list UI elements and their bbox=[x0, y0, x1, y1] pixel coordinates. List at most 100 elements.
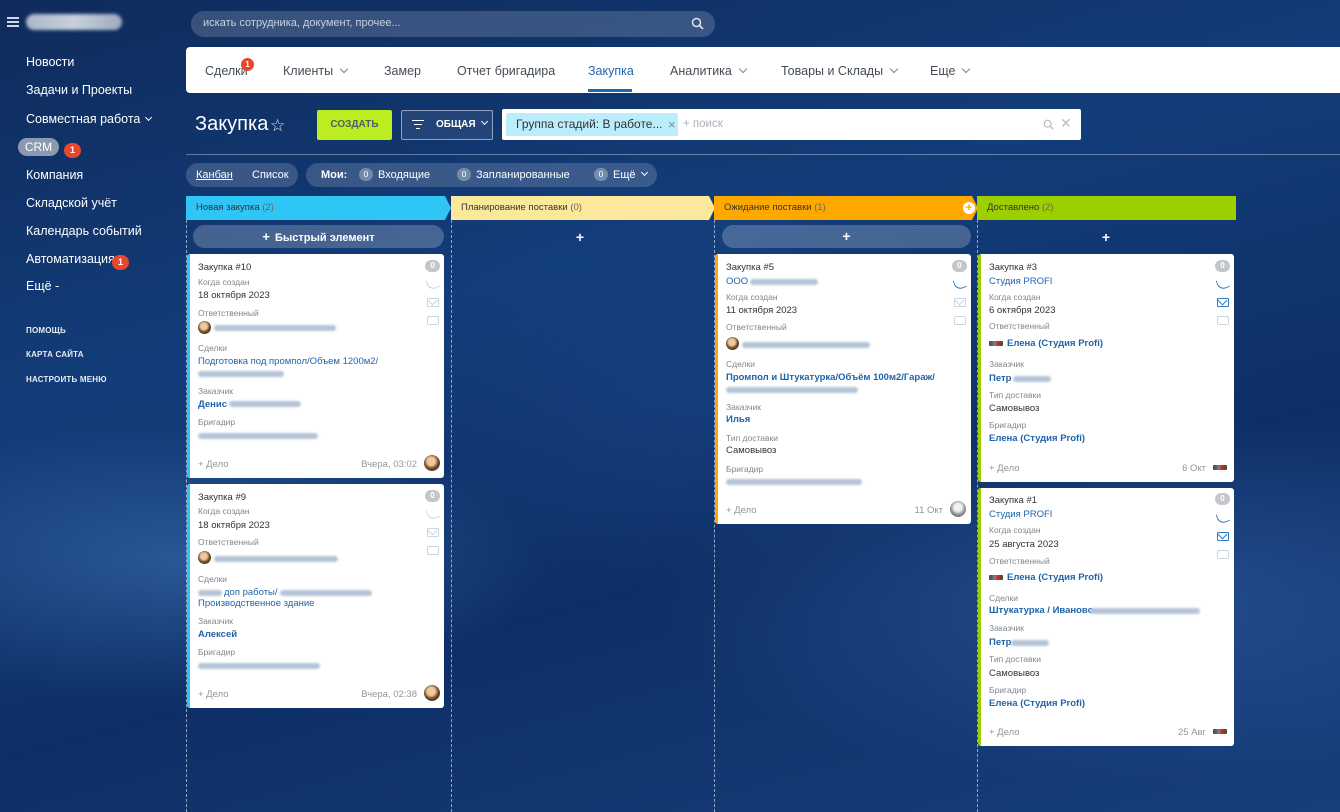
tab-foreman-report[interactable]: Отчет бригадира bbox=[457, 64, 555, 78]
sidebar-item-news[interactable]: Новости bbox=[26, 55, 74, 69]
favorite-star-icon[interactable]: ☆ bbox=[270, 116, 285, 136]
foreman-link[interactable]: Елена (Студия Profi) bbox=[989, 698, 1085, 709]
sidebar-item-warehouse[interactable]: Складской учёт bbox=[26, 196, 117, 210]
tab-more[interactable]: Еще bbox=[930, 64, 971, 78]
sidebar-sitemap-link[interactable]: КАРТА САЙТА bbox=[26, 350, 84, 359]
card-title[interactable]: Закупка #10 bbox=[198, 262, 251, 273]
kanban-card[interactable]: Закупка #5 0 ООО Когда создан 11 октября… bbox=[715, 254, 971, 524]
add-task-link[interactable]: + Дело bbox=[989, 727, 1020, 738]
customer-link[interactable]: Алексей bbox=[198, 629, 237, 640]
deal-link[interactable]: Подготовка под промпол/Объем 1200м2/ bbox=[198, 356, 378, 367]
search-input[interactable]: искать сотрудника, документ, прочее... bbox=[203, 17, 401, 29]
deal-link-line2[interactable]: Производственное здание bbox=[198, 598, 314, 609]
avatar[interactable] bbox=[198, 321, 211, 334]
phone-icon[interactable] bbox=[425, 506, 441, 521]
filter-search-input[interactable]: + поиск bbox=[683, 118, 723, 130]
customer-link[interactable]: Илья bbox=[726, 414, 750, 425]
activity-counters: Мои: 0 Входящие 0 Запланированные 0 Ещё bbox=[306, 163, 657, 187]
chat-icon[interactable] bbox=[1217, 550, 1229, 559]
card-title[interactable]: Закупка #5 bbox=[726, 262, 774, 273]
view-kanban[interactable]: Канбан bbox=[196, 169, 233, 181]
kanban-card[interactable]: Закупка #1 0 Студия PROFI Когда создан 2… bbox=[978, 488, 1234, 746]
company-link[interactable]: ООО bbox=[726, 276, 748, 287]
avatar[interactable] bbox=[424, 455, 440, 471]
chat-icon[interactable] bbox=[427, 316, 439, 325]
card-title[interactable]: Закупка #1 bbox=[989, 495, 1037, 506]
add-column-icon[interactable]: + bbox=[963, 202, 975, 214]
quick-add-button[interactable]: + Быстрый элемент bbox=[193, 225, 444, 248]
deal-link[interactable]: Штукатурка / Иваново bbox=[989, 605, 1093, 616]
chat-icon[interactable] bbox=[1217, 316, 1229, 325]
card-title[interactable]: Закупка #3 bbox=[989, 262, 1037, 273]
tab-analytics[interactable]: Аналитика bbox=[670, 64, 748, 78]
foreman-link[interactable]: Елена (Студия Profi) bbox=[989, 433, 1085, 444]
kanban-card[interactable]: Закупка #9 0 Когда создан 18 октября 202… bbox=[187, 484, 444, 708]
add-task-link[interactable]: + Дело bbox=[198, 459, 229, 470]
company-link[interactable]: Студия PROFI bbox=[989, 276, 1052, 287]
filter-chip[interactable]: Группа стадий: В работе... × bbox=[506, 113, 678, 136]
counter-more[interactable]: 0 Ещё bbox=[594, 168, 648, 182]
created-label: Когда создан bbox=[726, 292, 778, 302]
avatar[interactable] bbox=[424, 685, 440, 701]
filter-search-box[interactable]: Группа стадий: В работе... × + поиск ✕ bbox=[502, 109, 1081, 140]
kanban-card[interactable]: Закупка #10 0 Когда создан 18 октября 20… bbox=[187, 254, 444, 478]
deal-link[interactable]: доп работы/ bbox=[224, 587, 278, 598]
avatar[interactable] bbox=[726, 337, 739, 350]
add-item-icon[interactable]: + bbox=[570, 229, 590, 245]
portal-logo[interactable] bbox=[26, 14, 122, 30]
phone-icon[interactable] bbox=[1215, 510, 1231, 525]
phone-icon[interactable] bbox=[952, 276, 968, 291]
sidebar-help-link[interactable]: ПОМОЩЬ bbox=[26, 326, 66, 335]
chat-icon[interactable] bbox=[427, 546, 439, 555]
avatar[interactable] bbox=[950, 501, 966, 517]
company-link[interactable]: Студия PROFI bbox=[989, 509, 1052, 520]
phone-icon[interactable] bbox=[1215, 276, 1231, 291]
close-icon[interactable]: × bbox=[668, 113, 676, 136]
sidebar-item-company[interactable]: Компания bbox=[26, 168, 83, 182]
sidebar-item-collab[interactable]: Совместная работа bbox=[26, 112, 153, 126]
add-task-link[interactable]: + Дело bbox=[726, 505, 757, 516]
mail-icon[interactable] bbox=[1217, 532, 1229, 541]
clear-icon[interactable]: ✕ bbox=[1060, 115, 1072, 132]
tab-purchase[interactable]: Закупка bbox=[588, 64, 634, 78]
tab-goods-warehouses[interactable]: Товары и Склады bbox=[781, 64, 899, 78]
add-task-link[interactable]: + Дело bbox=[198, 689, 229, 700]
counter-planned[interactable]: 0 Запланированные bbox=[457, 168, 570, 182]
mail-icon[interactable] bbox=[1217, 298, 1229, 307]
search-icon[interactable] bbox=[1043, 119, 1054, 130]
sidebar-item-crm[interactable]: CRM bbox=[18, 138, 59, 156]
menu-burger-icon[interactable] bbox=[7, 17, 19, 27]
counter-incoming[interactable]: 0 Входящие bbox=[359, 168, 430, 182]
responsible-link[interactable]: Елена (Студия Profi) bbox=[1007, 572, 1103, 583]
avatar[interactable] bbox=[198, 551, 211, 564]
deal-link[interactable]: Промпол и Штукатурка/Объём 100м2/Гараж/ bbox=[726, 372, 935, 383]
card-counter: 0 bbox=[425, 260, 440, 272]
add-task-link[interactable]: + Дело bbox=[989, 463, 1020, 474]
mail-icon[interactable] bbox=[427, 298, 439, 307]
created-label: Когда создан bbox=[198, 506, 250, 516]
sidebar-item-automation[interactable]: Автоматизация bbox=[26, 252, 115, 266]
customer-link[interactable]: Петр bbox=[989, 373, 1011, 384]
customer-link[interactable]: Денис bbox=[198, 399, 227, 410]
chat-icon[interactable] bbox=[954, 316, 966, 325]
sidebar-item-tasks[interactable]: Задачи и Проекты bbox=[26, 83, 132, 97]
global-search[interactable]: искать сотрудника, документ, прочее... bbox=[191, 11, 715, 37]
tab-clients[interactable]: Клиенты bbox=[283, 64, 349, 78]
search-icon[interactable] bbox=[691, 17, 704, 30]
responsible-link[interactable]: Елена (Студия Profi) bbox=[1007, 338, 1103, 349]
customer-link[interactable]: Петр bbox=[989, 637, 1011, 648]
sidebar-configure-menu-link[interactable]: НАСТРОИТЬ МЕНЮ bbox=[26, 375, 107, 384]
filter-preset-button[interactable]: ОБЩАЯ bbox=[401, 110, 493, 140]
sidebar-item-calendar[interactable]: Календарь событий bbox=[26, 224, 142, 238]
mail-icon[interactable] bbox=[954, 298, 966, 307]
kanban-card[interactable]: Закупка #3 0 Студия PROFI Когда создан 6… bbox=[978, 254, 1234, 482]
create-button[interactable]: СОЗДАТЬ bbox=[317, 110, 392, 140]
card-title[interactable]: Закупка #9 bbox=[198, 492, 246, 503]
tab-measure[interactable]: Замер bbox=[384, 64, 421, 78]
add-item-icon[interactable]: + bbox=[1096, 229, 1116, 245]
sidebar-item-more[interactable]: Ещё - bbox=[26, 279, 59, 293]
view-list[interactable]: Список bbox=[252, 169, 289, 181]
add-item-button[interactable]: + bbox=[722, 225, 971, 248]
mail-icon[interactable] bbox=[427, 528, 439, 537]
phone-icon[interactable] bbox=[425, 276, 441, 291]
